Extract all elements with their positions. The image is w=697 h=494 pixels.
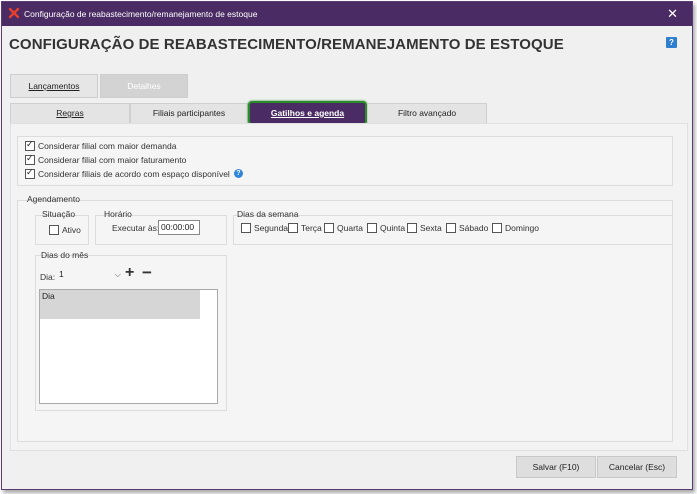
tab-filtro-label: Filtro avançado bbox=[397, 108, 457, 118]
option-maior-demanda-checkbox[interactable] bbox=[25, 139, 35, 151]
dias-list-header: Dia bbox=[40, 290, 200, 303]
option-espaco-disponivel-checkbox[interactable] bbox=[25, 167, 35, 179]
option-maior-demanda-label: Considerar filial com maior demanda bbox=[38, 140, 177, 151]
situacao-title: Situação bbox=[42, 209, 76, 219]
executar-label: Executar às: bbox=[112, 223, 160, 233]
tab-detalhes[interactable]: Detalhes bbox=[100, 74, 188, 98]
dia-select[interactable]: 1 ⌵ bbox=[57, 268, 123, 283]
title-bar: Configuração de reabastecimento/remaneja… bbox=[2, 2, 692, 26]
tab-content-panel: Considerar filial com maior demanda Cons… bbox=[10, 123, 688, 451]
day-domingo-checkbox[interactable] bbox=[492, 222, 502, 233]
day-sexta[interactable]: Sexta bbox=[407, 222, 442, 233]
day-quarta[interactable]: Quarta bbox=[324, 222, 363, 233]
dialog-window: Configuração de reabastecimento/remaneja… bbox=[1, 1, 693, 490]
option-maior-demanda[interactable]: Considerar filial com maior demanda bbox=[25, 139, 177, 151]
day-quinta-label: Quinta bbox=[380, 222, 406, 233]
help-icon[interactable]: ? bbox=[666, 37, 677, 48]
dias-semana-title: Dias da semana bbox=[237, 209, 299, 219]
horario-title: Horário bbox=[104, 209, 132, 219]
day-domingo-label: Domingo bbox=[505, 222, 540, 233]
day-terca-label: Terça bbox=[301, 222, 322, 233]
option-maior-faturamento[interactable]: Considerar filial com maior faturamento bbox=[25, 153, 187, 165]
tab-regras[interactable]: Regras bbox=[10, 103, 130, 124]
save-button[interactable]: Salvar (F10) bbox=[516, 456, 596, 478]
day-quarta-label: Quarta bbox=[337, 222, 363, 233]
tab-gatilhos-label: Gatilhos e agenda bbox=[270, 108, 345, 118]
ativo-toggle[interactable]: Ativo bbox=[49, 224, 81, 235]
day-domingo[interactable]: Domingo bbox=[492, 222, 539, 233]
ativo-label: Ativo bbox=[62, 224, 81, 235]
tab-filtro-avancado[interactable]: Filtro avançado bbox=[367, 103, 487, 124]
day-sabado-checkbox[interactable] bbox=[446, 222, 456, 233]
time-input[interactable]: 00:00:00 bbox=[158, 220, 200, 235]
tab-lancamentos[interactable]: Lançamentos bbox=[10, 74, 98, 98]
day-sabado[interactable]: Sábado bbox=[446, 222, 488, 233]
agendamento-title: Agendamento bbox=[27, 194, 80, 204]
chevron-down-icon: ⌵ bbox=[114, 269, 121, 279]
day-segunda-label: Segunda bbox=[254, 222, 289, 233]
dias-list[interactable]: Dia bbox=[39, 289, 218, 404]
day-terca-checkbox[interactable] bbox=[288, 222, 298, 233]
day-segunda[interactable]: Segunda bbox=[241, 222, 288, 233]
day-sexta-label: Sexta bbox=[420, 222, 442, 233]
day-terca[interactable]: Terça bbox=[288, 222, 322, 233]
app-logo-icon bbox=[8, 7, 20, 19]
tab-lancamentos-label: Lançamentos bbox=[28, 81, 80, 91]
sub-tab-bar: Regras Filiais participantes Gatilhos e … bbox=[10, 101, 487, 125]
close-icon[interactable]: ✕ bbox=[667, 6, 678, 22]
day-quinta-checkbox[interactable] bbox=[367, 222, 377, 233]
remove-day-button[interactable]: − bbox=[142, 263, 152, 283]
cancel-button[interactable]: Cancelar (Esc) bbox=[597, 456, 677, 478]
ativo-checkbox[interactable] bbox=[49, 224, 59, 235]
tab-filiais-participantes[interactable]: Filiais participantes bbox=[130, 103, 248, 124]
dia-value: 1 bbox=[59, 269, 64, 279]
day-quarta-checkbox[interactable] bbox=[324, 222, 334, 233]
add-day-button[interactable]: + bbox=[125, 264, 134, 282]
option-espaco-disponivel-label: Considerar filiais de acordo com espaço … bbox=[38, 168, 230, 179]
day-quinta[interactable]: Quinta bbox=[367, 222, 405, 233]
tab-gatilhos-e-agenda[interactable]: Gatilhos e agenda bbox=[248, 101, 367, 125]
day-segunda-checkbox[interactable] bbox=[241, 222, 251, 233]
tab-filiais-label: Filiais participantes bbox=[152, 108, 226, 118]
page-title: CONFIGURAÇÃO DE REABASTECIMENTO/REMANEJA… bbox=[9, 36, 564, 53]
option-maior-faturamento-label: Considerar filial com maior faturamento bbox=[38, 154, 187, 165]
dia-label: Dia: bbox=[40, 272, 56, 282]
option-espaco-disponivel[interactable]: Considerar filiais de acordo com espaço … bbox=[25, 167, 243, 179]
option-maior-faturamento-checkbox[interactable] bbox=[25, 153, 35, 165]
dias-list-row[interactable] bbox=[40, 303, 200, 319]
dias-mes-title: Dias do mês bbox=[41, 250, 89, 260]
day-sabado-label: Sábado bbox=[459, 222, 489, 233]
info-icon[interactable]: ? bbox=[233, 169, 243, 179]
window-title: Configuração de reabastecimento/remaneja… bbox=[24, 9, 258, 19]
day-sexta-checkbox[interactable] bbox=[407, 222, 417, 233]
tab-detalhes-label: Detalhes bbox=[127, 81, 161, 91]
tab-regras-label: Regras bbox=[56, 108, 84, 118]
